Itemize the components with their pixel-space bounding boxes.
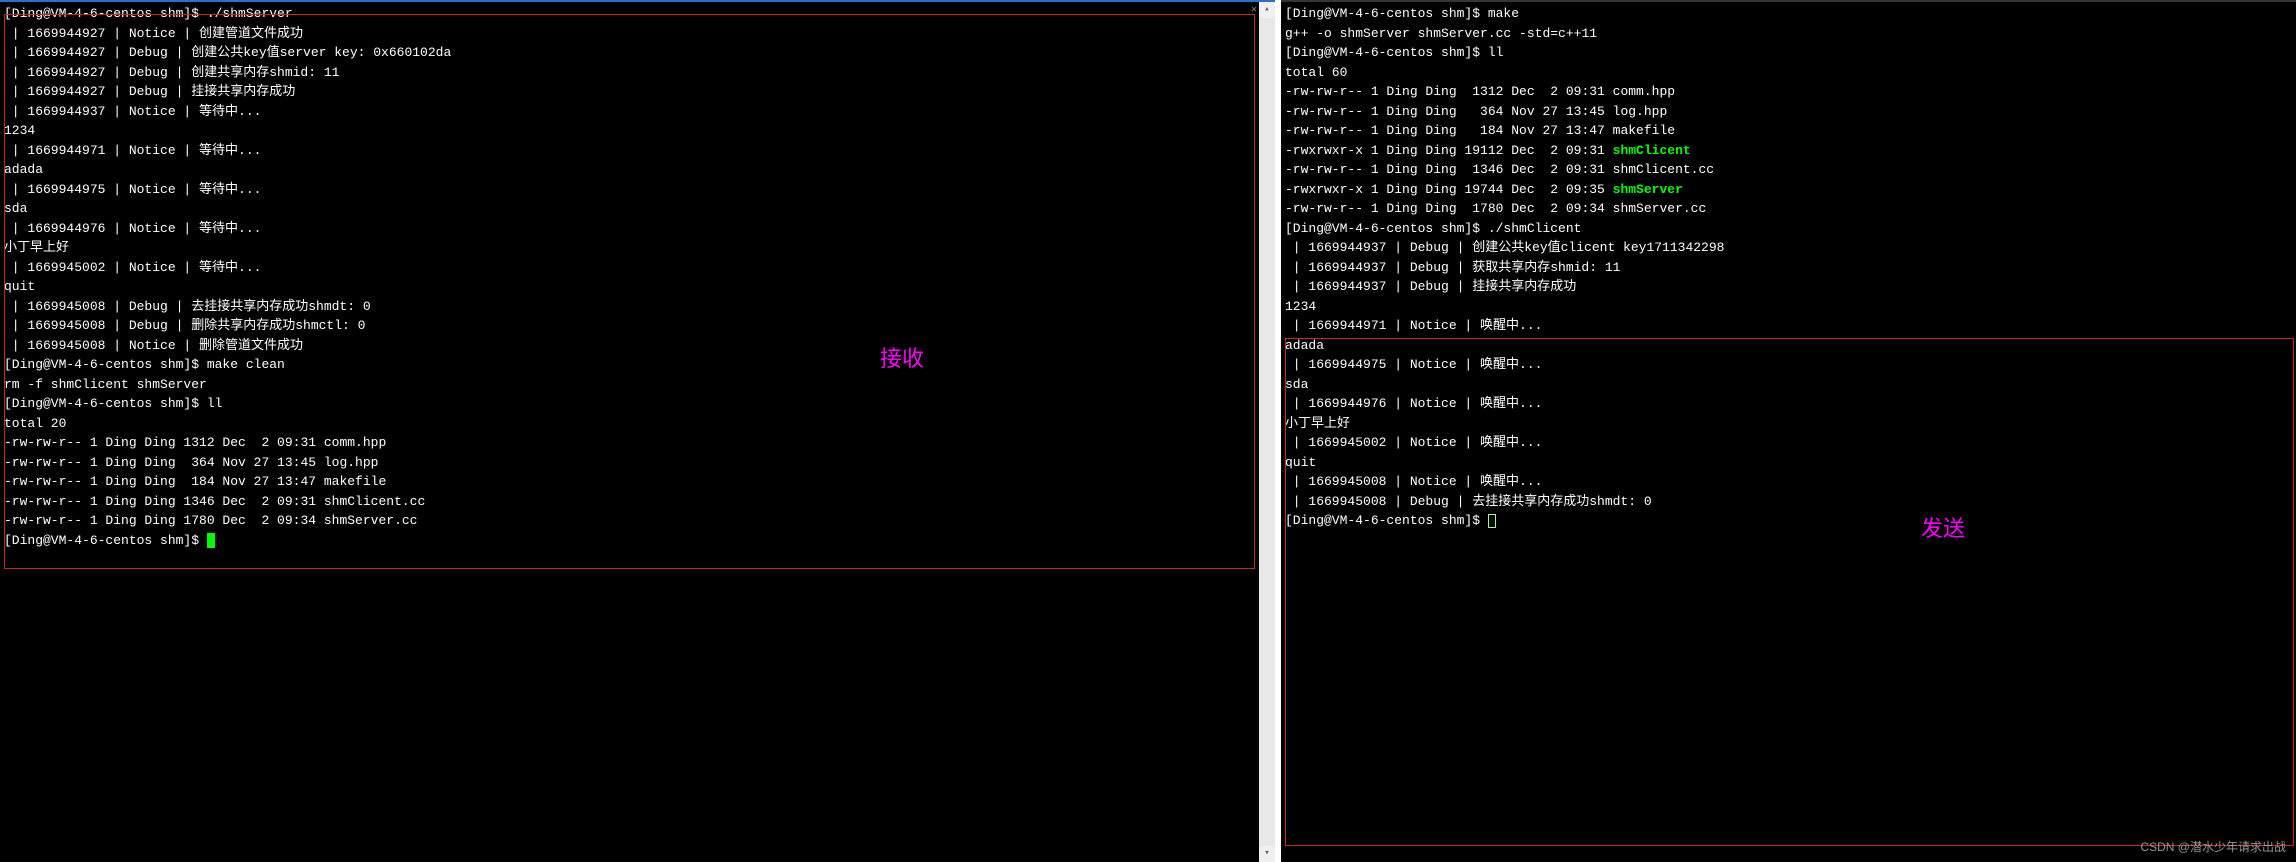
terminal-line: g++ -o shmServer shmServer.cc -std=c++11	[1285, 24, 2292, 44]
terminal-line: total 60	[1285, 63, 2292, 83]
scroll-track[interactable]	[1259, 18, 1275, 862]
executable-file: shmClicent	[1613, 143, 1691, 158]
terminal-line: -rw-rw-r-- 1 Ding Ding 1780 Dec 2 09:34 …	[1285, 199, 2292, 219]
annotation-label-left: 接收	[880, 342, 924, 375]
terminal-line: -rw-rw-r-- 1 Ding Ding 184 Nov 27 13:47 …	[1285, 121, 2292, 141]
terminal-line: 1234	[1285, 297, 2292, 317]
terminal-line: [Ding@VM-4-6-centos shm]$ ll	[1285, 43, 2292, 63]
terminal-left[interactable]: ✕ [Ding@VM-4-6-centos shm]$ ./shmServer …	[0, 0, 1275, 862]
executable-file: shmServer	[1613, 182, 1683, 197]
terminal-line: -rw-rw-r-- 1 Ding Ding 364 Nov 27 13:45 …	[1285, 102, 2292, 122]
scrollbar-left[interactable]: ▴ ▾	[1259, 2, 1275, 862]
terminal-line: | 1669944937 | Debug | 获取共享内存shmid: 11	[1285, 258, 2292, 278]
terminal-line: [Ding@VM-4-6-centos shm]$ make	[1285, 4, 2292, 24]
highlight-box-right	[1285, 338, 2294, 846]
scroll-down-icon[interactable]: ▾	[1259, 846, 1275, 862]
scroll-up-icon[interactable]: ▴	[1259, 2, 1275, 18]
terminal-line: [Ding@VM-4-6-centos shm]$ ./shmClicent	[1285, 219, 2292, 239]
terminal-line: -rw-rw-r-- 1 Ding Ding 1346 Dec 2 09:31 …	[1285, 160, 2292, 180]
terminal-line: -rwxrwxr-x 1 Ding Ding 19744 Dec 2 09:35…	[1285, 180, 2292, 200]
terminal-line: -rw-rw-r-- 1 Ding Ding 1312 Dec 2 09:31 …	[1285, 82, 2292, 102]
terminal-line: | 1669944937 | Debug | 挂接共享内存成功	[1285, 277, 2292, 297]
terminal-line: | 1669944937 | Debug | 创建公共key值clicent k…	[1285, 238, 2292, 258]
terminal-line: | 1669944971 | Notice | 唤醒中...	[1285, 316, 2292, 336]
annotation-label-right: 发送	[1921, 512, 1965, 545]
watermark-text: CSDN @潜水少年请求出战	[2140, 838, 2286, 856]
highlight-box-left	[4, 14, 1255, 569]
terminal-line: -rwxrwxr-x 1 Ding Ding 19112 Dec 2 09:31…	[1285, 141, 2292, 161]
terminal-right[interactable]: [Ding@VM-4-6-centos shm]$ makeg++ -o shm…	[1281, 0, 2296, 862]
